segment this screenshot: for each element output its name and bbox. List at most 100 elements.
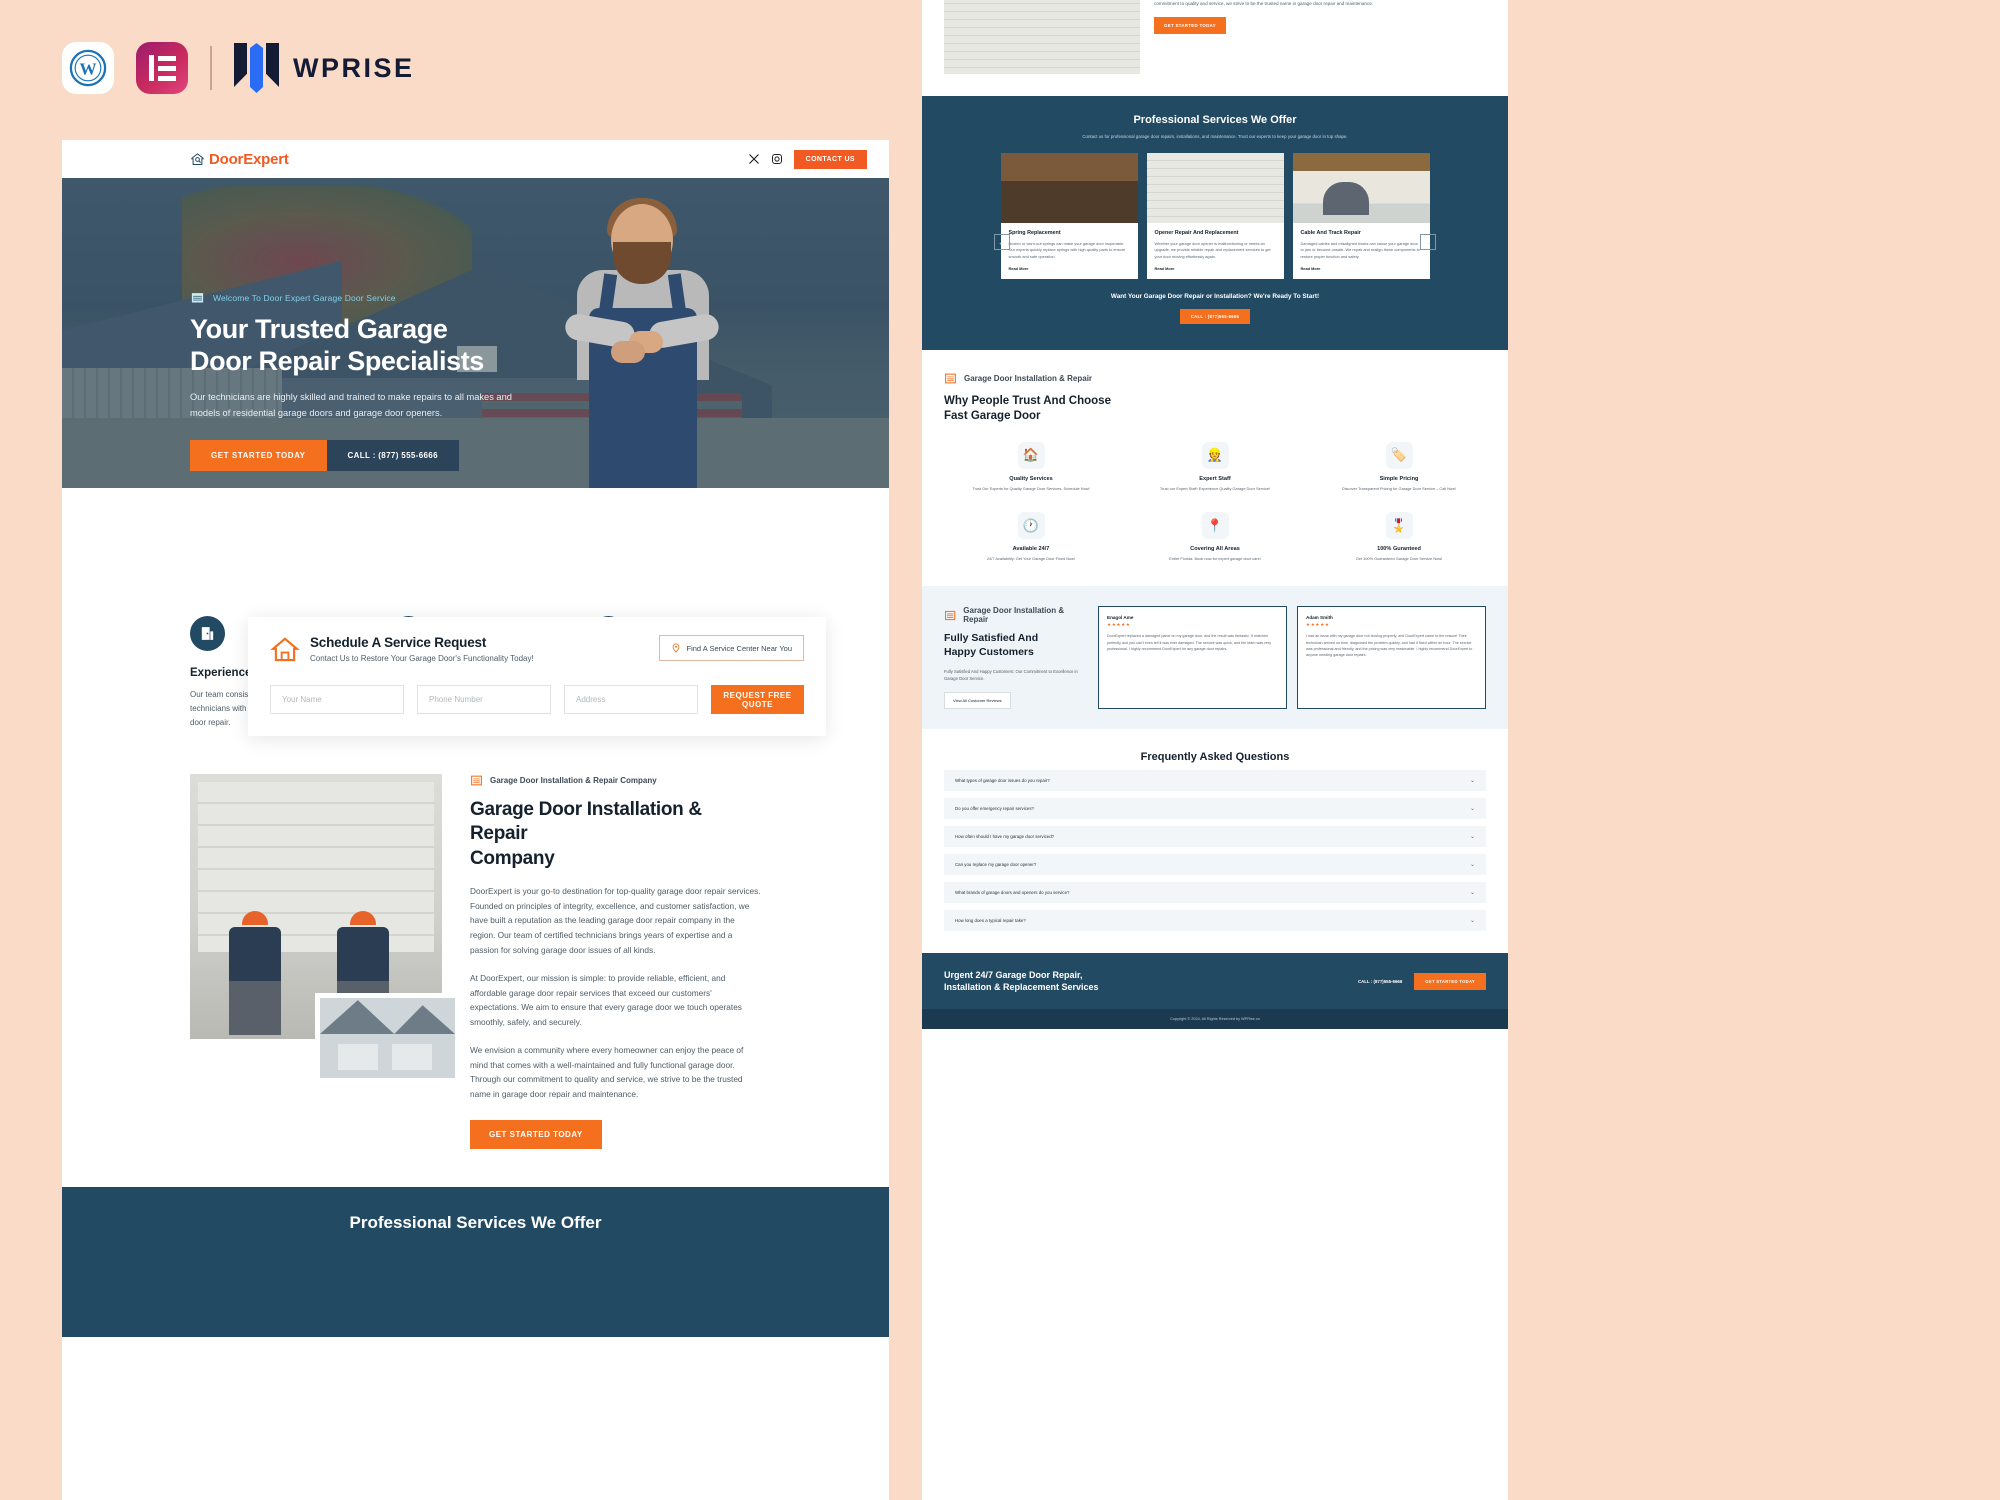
rating-stars: ★★★★★: [1107, 622, 1131, 628]
form-subtitle: Contact Us to Restore Your Garage Door's…: [310, 654, 534, 663]
right-about-get-started-button[interactable]: GET STARTED TODAY: [1154, 17, 1226, 35]
faq-question: What brands of garage doors and openers …: [955, 889, 1070, 895]
service-card[interactable]: Cable And Track Repair Damaged cables an…: [1292, 153, 1430, 280]
why-heading: Why People Trust And Choose Fast Garage …: [944, 394, 1486, 424]
wordpress-icon: W: [62, 42, 114, 94]
chevron-down-icon[interactable]: ⌄: [1470, 833, 1475, 840]
service-card-read-more[interactable]: Read More: [1009, 266, 1130, 271]
form-title: Schedule A Service Request: [310, 635, 487, 650]
door-icon: [190, 616, 225, 651]
chevron-down-icon[interactable]: ⌄: [1470, 917, 1475, 924]
why-item: 🏠 Quality Services Trust Our Experts for…: [944, 441, 1118, 492]
why-item-text: Discover Transparent Pricing for Garage …: [1341, 485, 1457, 491]
call-button[interactable]: CALL : (877) 555-6666: [326, 440, 459, 472]
tag-icon: 🏷️: [1385, 441, 1413, 469]
testimonials-heading-line1: Fully Satisfied And: [944, 632, 1039, 645]
about-get-started-button[interactable]: GET STARTED TODAY: [470, 1119, 602, 1149]
services-band-title: Professional Services We Offer: [349, 1212, 602, 1232]
services-title: Professional Services We Offer: [1133, 114, 1297, 126]
service-card-image: [1146, 153, 1284, 224]
phone-number-input[interactable]: [417, 685, 551, 714]
why-kicker-text: Garage Door Installation & Repair: [964, 374, 1093, 384]
service-card[interactable]: Opener Repair And Replacement Whether yo…: [1146, 153, 1284, 280]
site-header: DoorExpert CONTACT US: [62, 140, 889, 178]
contact-us-button[interactable]: CONTACT US: [793, 149, 867, 169]
testimonials-section: Garage Door Installation & Repair Fully …: [922, 586, 1508, 729]
testimonials-heading-line2: Happy Customers: [944, 646, 1034, 659]
divider: [210, 46, 212, 90]
about-image-group: [190, 774, 460, 1083]
service-request-form: Schedule A Service Request Contact Us to…: [248, 617, 826, 736]
why-heading-line2: Fast Garage Door: [944, 409, 1041, 422]
about-heading-line1: Garage Door Installation & Repair: [470, 799, 702, 845]
service-card-read-more[interactable]: Read More: [1155, 266, 1276, 271]
faq-question: What types of garage door issues do you …: [955, 777, 1050, 783]
why-item: 👷 Expert Staff Trust our Expert Staff: E…: [1128, 441, 1302, 492]
chevron-down-icon[interactable]: ⌄: [1470, 777, 1475, 784]
view-all-reviews-button[interactable]: View All Customer Reviews: [944, 691, 1011, 709]
about-section: Garage Door Installation & Repair Compan…: [62, 730, 889, 1149]
why-item-title: Quality Services: [1009, 475, 1053, 482]
house-search-icon: [191, 152, 204, 165]
faq-item[interactable]: What types of garage door issues do you …: [944, 769, 1486, 791]
services-next-arrow-icon[interactable]: →: [1420, 234, 1436, 250]
right-about-copy: Company DoorExpert is your go-to destina…: [1154, 0, 1486, 74]
why-item: 🎖️ 100% Guranteed Get 100% Guaranteed Ga…: [1312, 512, 1486, 562]
hero-heading-line2: Door Repair Specialists: [190, 345, 484, 376]
service-card-text: Damaged cables and misaligned tracks can…: [1300, 241, 1420, 259]
copyright-text: Copyright © 2024, All Rights Reserved by…: [1170, 1017, 1260, 1022]
wprise-mark-icon: [234, 43, 279, 93]
testimonials-copy: Garage Door Installation & Repair Fully …: [944, 606, 1084, 709]
why-heading-line1: Why People Trust And Choose: [944, 395, 1111, 408]
why-item: 📍 Covering All Areas Entire Florida: Boo…: [1128, 512, 1302, 562]
address-input[interactable]: [564, 685, 698, 714]
why-item-text: 24/7 Availability: Get Your Garage Door …: [986, 556, 1076, 562]
services-prev-arrow-icon[interactable]: ←: [994, 234, 1010, 250]
footer-cta-line2: Installation & Replacement Services: [944, 982, 1099, 993]
find-service-center-button[interactable]: Find A Service Center Near You: [658, 635, 804, 661]
service-card-text: Broken or worn-out springs can make your…: [1008, 241, 1126, 259]
svg-text:W: W: [79, 60, 96, 79]
right-page-preview: Company DoorExpert is your go-to destina…: [922, 0, 1508, 1500]
faq-item[interactable]: What brands of garage doors and openers …: [944, 881, 1486, 903]
service-card-read-more[interactable]: Read More: [1301, 266, 1422, 271]
why-grid: 🏠 Quality Services Trust Our Experts for…: [944, 441, 1486, 563]
wprise-logo: WPRISE: [234, 43, 415, 93]
hero-copy: Welcome To Door Expert Garage Door Servi…: [190, 290, 610, 472]
why-item-text: Trust our Expert Staff: Experience Quali…: [1159, 485, 1271, 491]
request-free-quote-button[interactable]: REQUEST FREE QUOTE: [711, 685, 804, 714]
why-item-title: Simple Pricing: [1379, 475, 1419, 482]
chevron-down-icon[interactable]: ⌄: [1470, 889, 1475, 896]
site-brand-logo[interactable]: DoorExpert: [190, 151, 289, 168]
instagram-icon[interactable]: [771, 153, 783, 165]
footer-cta-heading: Urgent 24/7 Garage Door Repair, Installa…: [944, 969, 1099, 993]
services-cta-call-button[interactable]: CALL : (877)555-6666: [1179, 309, 1251, 325]
chevron-down-icon[interactable]: ⌄: [1470, 861, 1475, 868]
testimonial-text: I had an issue with my garage door not c…: [1306, 634, 1473, 657]
faq-item[interactable]: Can you replace my garage door opener? ⌄: [944, 853, 1486, 875]
footer-get-started-button[interactable]: GET STARTED TODAY: [1414, 972, 1486, 990]
testimonial-author: Enagol Ame: [1107, 615, 1134, 621]
footer-call-text[interactable]: CALL : (877)555-6666: [1358, 979, 1402, 984]
services-band: Professional Services We Offer: [62, 1186, 889, 1337]
get-started-today-button[interactable]: GET STARTED TODAY: [190, 440, 327, 472]
your-name-input[interactable]: [270, 685, 404, 714]
hero-eyebrow-text: Welcome To Door Expert Garage Door Servi…: [213, 292, 396, 303]
copyright-bar: Copyright © 2024, All Rights Reserved by…: [922, 1009, 1508, 1030]
chevron-down-icon[interactable]: ⌄: [1470, 805, 1475, 812]
x-icon[interactable]: [748, 153, 760, 165]
about-inset-image: [315, 993, 460, 1083]
faq-item[interactable]: How often should I have my garage door s…: [944, 825, 1486, 847]
hero-eyebrow: Welcome To Door Expert Garage Door Servi…: [190, 290, 610, 305]
about-paragraph-1: DoorExpert is your go-to destination for…: [470, 885, 761, 955]
elementor-icon: [136, 42, 188, 94]
faq-title: Frequently Asked Questions: [1140, 750, 1290, 763]
footer-cta-actions: CALL : (877)555-6666 GET STARTED TODAY: [1358, 972, 1486, 990]
right-about-section: Company DoorExpert is your go-to destina…: [922, 0, 1508, 74]
service-card[interactable]: Spring Replacement Broken or worn-out sp…: [1000, 153, 1138, 280]
about-heading: Garage Door Installation & Repair Compan…: [470, 798, 761, 871]
faq-item[interactable]: How long does a typical repair take? ⌄: [944, 909, 1486, 931]
garage-icon: [471, 775, 482, 786]
faq-item[interactable]: Do you offer emergency repair services? ⌄: [944, 797, 1486, 819]
hero-heading-line1: Your Trusted Garage: [190, 314, 448, 344]
